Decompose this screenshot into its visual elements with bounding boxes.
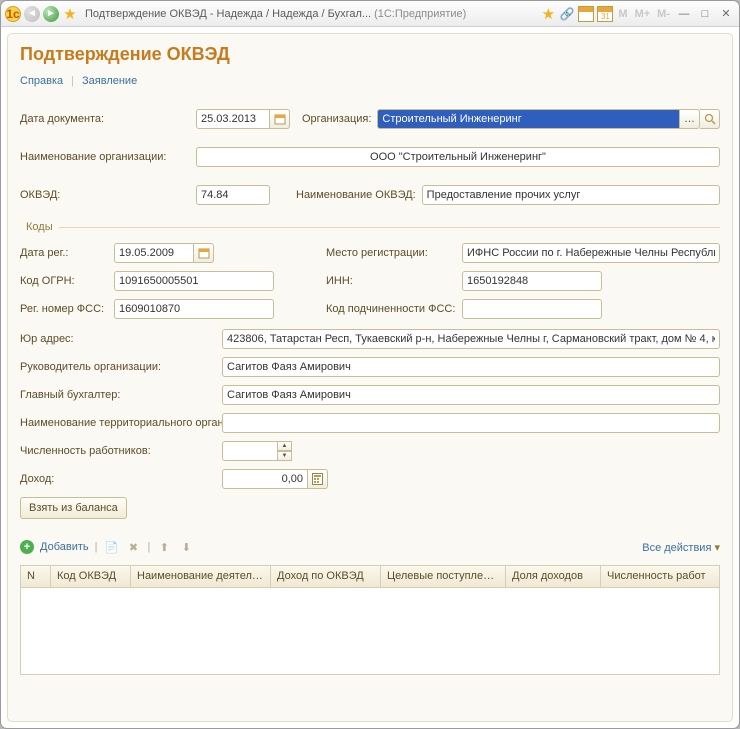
table-toolbar: + Добавить | 📄 ✖ | ⬆ ⬇ Все действия <box>20 539 720 555</box>
codes-legend: Коды <box>20 221 59 233</box>
content-area: Подтверждение ОКВЭД Справка | Заявление … <box>7 33 733 722</box>
table-header: N Код ОКВЭД Наименование деятель... Дохо… <box>21 566 719 588</box>
doc-date-calendar-button[interactable] <box>270 109 290 129</box>
calendar-icon <box>274 113 286 125</box>
fss-reg-input[interactable] <box>114 299 274 319</box>
org-select-button[interactable]: … <box>680 109 700 129</box>
inn-input[interactable] <box>462 271 602 291</box>
app-window: 1c ◄ ► ★ Подтверждение ОКВЭД - Надежда /… <box>0 0 740 729</box>
count-input[interactable] <box>222 441 278 461</box>
table-body[interactable] <box>21 588 719 674</box>
close-button[interactable]: ✕ <box>717 6 735 22</box>
titlebar: 1c ◄ ► ★ Подтверждение ОКВЭД - Надежда /… <box>1 1 739 27</box>
star-icon[interactable]: ★ <box>540 6 556 22</box>
th-income-okved[interactable]: Доход по ОКВЭД <box>271 566 381 587</box>
ogrn-label: Код ОГРН: <box>20 275 108 287</box>
org-field-wrap: … <box>377 109 720 129</box>
calendar-icon-1[interactable] <box>578 6 594 22</box>
th-okved-code[interactable]: Код ОКВЭД <box>51 566 131 587</box>
reg-date-label: Дата рег.: <box>20 247 108 259</box>
head-label: Руководитель организации: <box>20 361 216 373</box>
th-target-receipts[interactable]: Целевые поступления <box>381 566 506 587</box>
addr-label: Юр адрес: <box>20 333 216 345</box>
doc-date-field-wrap <box>196 109 290 129</box>
link-row: Справка | Заявление <box>20 75 720 87</box>
head-input[interactable] <box>222 357 720 377</box>
form: Дата документа: Организация: … <box>20 109 720 675</box>
ogrn-input[interactable] <box>114 271 274 291</box>
fss-org-input[interactable] <box>222 413 720 433</box>
search-icon <box>704 113 716 125</box>
move-up-icon[interactable]: ⬆ <box>156 539 172 555</box>
reg-place-input[interactable] <box>462 243 720 263</box>
reg-date-input[interactable] <box>114 243 194 263</box>
doc-date-label: Дата документа: <box>20 113 190 125</box>
okved-name-input[interactable] <box>422 185 720 205</box>
add-icon: + <box>20 540 34 554</box>
minimize-button[interactable]: — <box>675 6 693 22</box>
org-name-input[interactable] <box>196 147 720 167</box>
org-label: Организация: <box>302 113 371 125</box>
m-minus-button[interactable]: M- <box>655 8 672 20</box>
count-spinner[interactable]: ▲▼ <box>278 441 292 461</box>
okved-name-label: Наименование ОКВЭД: <box>296 189 416 201</box>
link-icon[interactable]: 🔗 <box>559 6 575 22</box>
fss-reg-label: Рег. номер ФСС: <box>20 303 108 315</box>
nav-forward-button[interactable]: ► <box>43 6 59 22</box>
doc-date-input[interactable] <box>196 109 270 129</box>
link-separator: | <box>71 75 74 87</box>
org-input[interactable] <box>377 109 680 129</box>
link-spravka[interactable]: Справка <box>20 75 63 87</box>
window-title: Подтверждение ОКВЭД - Надежда / Надежда … <box>85 8 371 20</box>
app-logo-icon: 1c <box>5 6 21 22</box>
inn-label: ИНН: <box>326 275 456 287</box>
calendar-icon-2[interactable]: 31 <box>597 6 613 22</box>
acct-input[interactable] <box>222 385 720 405</box>
add-button[interactable]: Добавить <box>40 541 89 553</box>
calculator-icon <box>312 473 323 485</box>
acct-label: Главный бухгалтер: <box>20 389 216 401</box>
m-plus-button[interactable]: M+ <box>633 8 653 20</box>
toolbar-separator-2: | <box>147 541 150 553</box>
favorite-icon[interactable]: ★ <box>62 6 78 22</box>
income-input[interactable] <box>222 469 308 489</box>
m-button[interactable]: M <box>616 8 629 20</box>
copy-icon[interactable]: 📄 <box>103 539 119 555</box>
nav-back-button[interactable]: ◄ <box>24 6 40 22</box>
table: N Код ОКВЭД Наименование деятель... Дохо… <box>20 565 720 675</box>
th-income-share[interactable]: Доля доходов <box>506 566 601 587</box>
th-n[interactable]: N <box>21 566 51 587</box>
spin-up-icon: ▲ <box>278 441 292 451</box>
th-activity-name[interactable]: Наименование деятель... <box>131 566 271 587</box>
okved-input[interactable] <box>196 185 270 205</box>
codes-group: Коды Дата рег.: Место регистрации: Код О… <box>20 221 720 519</box>
move-down-icon[interactable]: ⬇ <box>178 539 194 555</box>
okved-label: ОКВЭД: <box>20 189 190 201</box>
window-title-suffix: (1С:Предприятие) <box>374 8 466 20</box>
take-from-balance-button[interactable]: Взять из баланса <box>20 497 127 519</box>
income-calc-button[interactable] <box>308 469 328 489</box>
link-zayavlenie[interactable]: Заявление <box>82 75 137 87</box>
all-actions-button[interactable]: Все действия <box>642 541 720 554</box>
income-label: Доход: <box>20 473 216 485</box>
delete-icon[interactable]: ✖ <box>125 539 141 555</box>
fss-sub-label: Код подчиненности ФСС: <box>326 303 456 315</box>
th-employee-count[interactable]: Численность работ <box>601 566 719 587</box>
org-search-button[interactable] <box>700 109 720 129</box>
fss-sub-input[interactable] <box>462 299 602 319</box>
toolbar-separator: | <box>95 541 98 553</box>
maximize-button[interactable]: □ <box>696 6 714 22</box>
reg-place-label: Место регистрации: <box>326 247 456 259</box>
fss-org-label: Наименование территориального органа ФСС… <box>20 417 216 430</box>
org-name-label: Наименование организации: <box>20 151 190 163</box>
count-label: Численность работников: <box>20 445 216 457</box>
reg-date-calendar-button[interactable] <box>194 243 214 263</box>
calendar-icon <box>198 247 210 259</box>
addr-input[interactable] <box>222 329 720 349</box>
spin-down-icon: ▼ <box>278 451 292 461</box>
page-title: Подтверждение ОКВЭД <box>20 44 720 65</box>
